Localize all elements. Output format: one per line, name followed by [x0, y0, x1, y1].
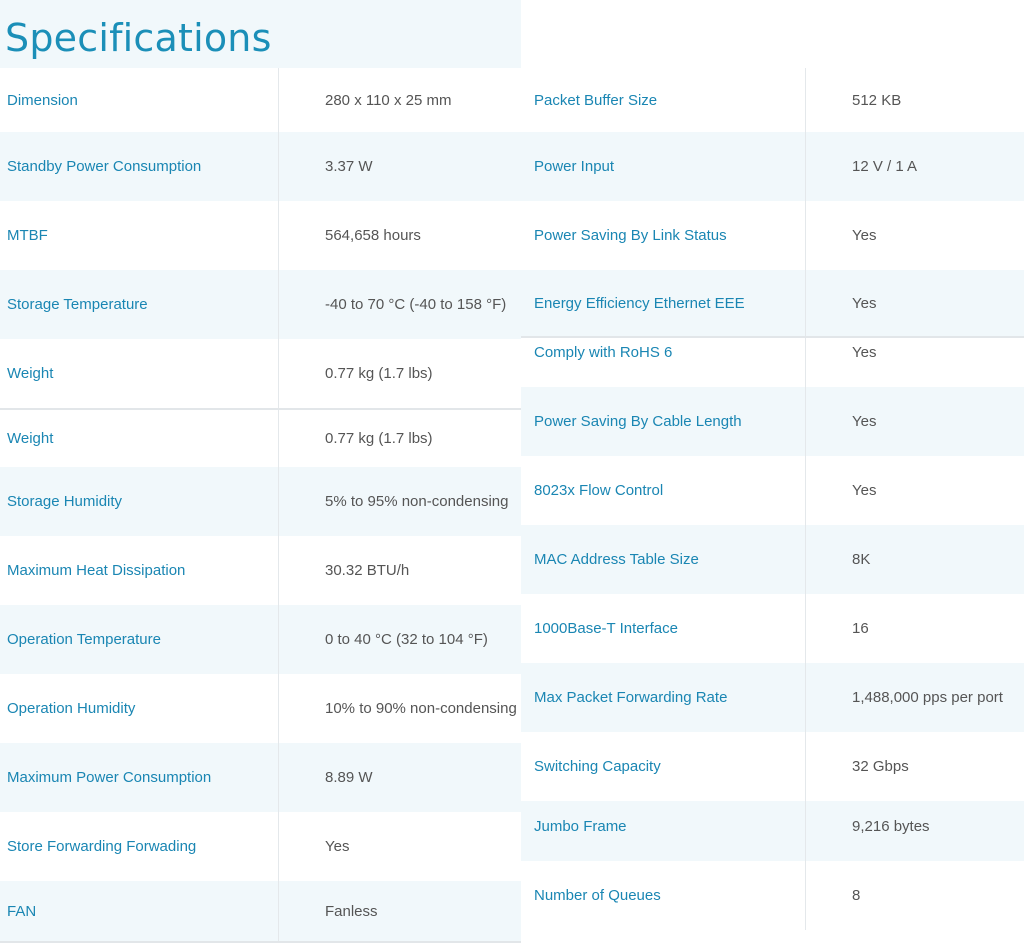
- spec-row: Standby Power Consumption 3.37 W: [0, 132, 521, 201]
- spec-label: MAC Address Table Size: [521, 525, 806, 594]
- spec-row: Weight 0.77 kg (1.7 lbs): [0, 408, 521, 467]
- spec-label: Max Packet Forwarding Rate: [521, 663, 806, 732]
- spec-row: Packet Buffer Size 512 KB: [521, 68, 1024, 132]
- spec-value: Yes: [852, 482, 877, 499]
- spec-label: Energy Efficiency Ethernet EEE: [521, 270, 806, 336]
- spec-label: Packet Buffer Size: [521, 68, 806, 132]
- spec-value: 16: [852, 620, 869, 637]
- spec-label: MTBF: [0, 201, 279, 270]
- spec-label: Weight: [0, 410, 279, 467]
- spec-label: Maximum Power Consumption: [0, 743, 279, 812]
- spec-value: -40 to 70 °C (-40 to 158 °F): [325, 296, 507, 313]
- spec-value: 9,216 bytes: [852, 818, 930, 835]
- table-divider: [0, 941, 521, 943]
- spec-label: Operation Humidity: [0, 674, 279, 743]
- spec-label: Switching Capacity: [521, 732, 806, 801]
- spec-value: 564,658 hours: [325, 227, 421, 244]
- spec-row: Power Saving By Cable Length Yes: [521, 387, 1024, 456]
- spec-label: Storage Temperature: [0, 270, 279, 339]
- spec-label: 1000Base-T Interface: [521, 594, 806, 663]
- spec-value: 0.77 kg (1.7 lbs): [325, 365, 433, 382]
- spec-row: Storage Temperature -40 to 70 °C (-40 to…: [0, 270, 521, 339]
- spec-value: 12 V / 1 A: [852, 158, 918, 175]
- spec-value: 1,488,000 pps per port: [852, 689, 1003, 706]
- spec-row: Operation Humidity 10% to 90% non-conden…: [0, 674, 521, 743]
- spec-label: FAN: [0, 881, 279, 941]
- spec-value: 0.77 kg (1.7 lbs): [325, 430, 433, 447]
- spec-row: Operation Temperature 0 to 40 °C (32 to …: [0, 605, 521, 674]
- spec-row: Jumbo Frame 9,216 bytes: [521, 801, 1024, 861]
- spec-value: 32 Gbps: [852, 758, 909, 775]
- spec-label: Jumbo Frame: [521, 801, 806, 861]
- spec-label: Power Saving By Link Status: [521, 201, 806, 270]
- spec-row: Maximum Power Consumption 8.89 W: [0, 743, 521, 812]
- spec-row: Storage Humidity 5% to 95% non-condensin…: [0, 467, 521, 536]
- spec-value: 3.37 W: [325, 158, 373, 175]
- spec-row: Dimension 280 x 110 x 25 mm: [0, 68, 521, 132]
- spec-label: Operation Temperature: [0, 605, 279, 674]
- spec-value: 512 KB: [852, 91, 902, 109]
- left-spec-table: Dimension 280 x 110 x 25 mm Standby Powe…: [0, 68, 521, 943]
- spec-row: Power Input 12 V / 1 A: [521, 132, 1024, 201]
- spec-row: Comply with RoHS 6 Yes: [521, 336, 1024, 387]
- spec-row: Store Forwarding Forwading Yes: [0, 812, 521, 881]
- spec-value: Fanless: [325, 902, 378, 920]
- spec-row: 8023x Flow Control Yes: [521, 456, 1024, 525]
- spec-label: Comply with RoHS 6: [521, 338, 806, 387]
- spec-label: Storage Humidity: [0, 467, 279, 536]
- spec-label: 8023x Flow Control: [521, 456, 806, 525]
- spec-value: Yes: [852, 227, 877, 244]
- spec-row: MAC Address Table Size 8K: [521, 525, 1024, 594]
- spec-row: 1000Base-T Interface 16: [521, 594, 1024, 663]
- spec-value: Yes: [325, 838, 350, 855]
- spec-row: Maximum Heat Dissipation 30.32 BTU/h: [0, 536, 521, 605]
- spec-value: 30.32 BTU/h: [325, 562, 410, 579]
- spec-label: Store Forwarding Forwading: [0, 812, 279, 881]
- spec-row: Switching Capacity 32 Gbps: [521, 732, 1024, 801]
- spec-row: Number of Queues 8: [521, 861, 1024, 930]
- spec-label: Power Input: [521, 132, 806, 201]
- spec-label: Maximum Heat Dissipation: [0, 536, 279, 605]
- spec-value: 280 x 110 x 25 mm: [325, 91, 452, 109]
- spec-row: Energy Efficiency Ethernet EEE Yes: [521, 270, 1024, 336]
- spec-value: 8: [852, 887, 861, 904]
- spec-row: Power Saving By Link Status Yes: [521, 201, 1024, 270]
- spec-value: 10% to 90% non-condensing: [325, 700, 517, 717]
- spec-row: FAN Fanless: [0, 881, 521, 941]
- spec-value: 5% to 95% non-condensing: [325, 493, 509, 510]
- spec-value: 8.89 W: [325, 769, 373, 786]
- spec-label: Number of Queues: [521, 861, 806, 930]
- spec-value: 8K: [852, 551, 871, 568]
- right-spec-table: Packet Buffer Size 512 KB Power Input 12…: [521, 68, 1024, 930]
- spec-value: 0 to 40 °C (32 to 104 °F): [325, 631, 488, 648]
- spec-label: Weight: [0, 339, 279, 408]
- spec-row: Max Packet Forwarding Rate 1,488,000 pps…: [521, 663, 1024, 732]
- spec-label: Dimension: [0, 68, 279, 132]
- title-band: Specifications: [0, 0, 521, 68]
- spec-value: Yes: [852, 344, 877, 361]
- spec-label: Power Saving By Cable Length: [521, 387, 806, 456]
- spec-label: Standby Power Consumption: [0, 132, 279, 201]
- spec-row: MTBF 564,658 hours: [0, 201, 521, 270]
- page-title: Specifications: [5, 16, 272, 60]
- spec-value: Yes: [852, 413, 877, 430]
- spec-row: Weight 0.77 kg (1.7 lbs): [0, 339, 521, 408]
- spec-value: Yes: [852, 294, 877, 312]
